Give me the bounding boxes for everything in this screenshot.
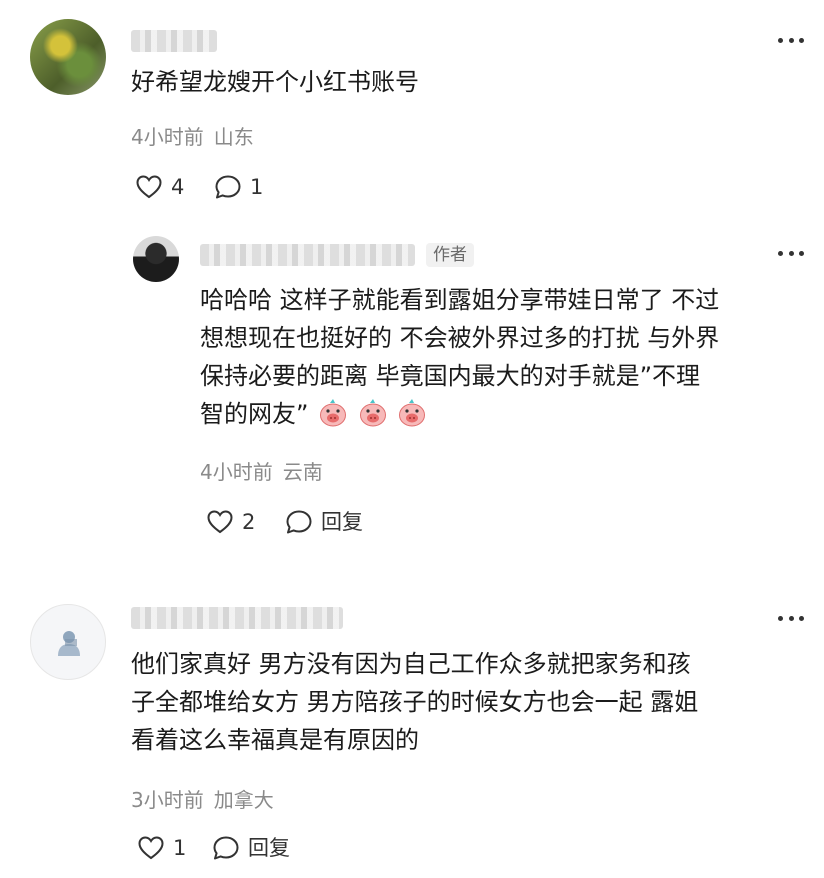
comment-bubble-icon — [213, 836, 239, 860]
reply-button[interactable]: 1 — [214, 174, 263, 200]
comment-text: 哈哈哈 这样子就能看到露姐分享带娃日常了 不过 想想现在也挺好的 不会被外界过多… — [200, 281, 810, 433]
author-tag: 作者 — [426, 243, 474, 267]
comment-text: 他们家真好 男方没有因为自己工作众多就把家务和孩 子全都堆给女方 男方陪孩子的时… — [131, 645, 811, 759]
reply-label: 回复 — [248, 836, 290, 860]
comment-meta: 3小时前 加拿大 — [131, 787, 274, 813]
like-count: 2 — [242, 510, 256, 534]
comment-bubble-icon — [215, 175, 241, 199]
pig-face-emoji — [397, 398, 427, 428]
comment-text: 好希望龙嫂开个小红书账号 — [131, 68, 419, 96]
like-button[interactable]: 1 — [137, 835, 186, 861]
comment-line-with-emoji: 智的网友” — [200, 395, 810, 433]
username-blurred[interactable] — [200, 244, 415, 266]
avatar[interactable] — [30, 604, 106, 680]
comment-meta: 4小时前 云南 — [200, 459, 323, 485]
more-dots-icon[interactable] — [778, 249, 804, 257]
comment-time: 4小时前 — [131, 125, 204, 149]
avatar[interactable] — [133, 236, 179, 282]
comment-line: 子全都堆给女方 男方陪孩子的时候女方也会一起 露姐 — [131, 688, 699, 716]
comment-line: 想想现在也挺好的 不会被外界过多的打扰 与外界 — [200, 324, 720, 352]
comment-location: 云南 — [282, 460, 323, 484]
pig-face-emoji — [318, 398, 348, 428]
comment-meta: 4小时前 山东 — [131, 124, 254, 150]
like-count: 1 — [173, 836, 187, 860]
like-button[interactable]: 2 — [206, 509, 255, 535]
more-dots-icon[interactable] — [778, 614, 804, 622]
reply-button[interactable]: 回复 — [285, 509, 363, 535]
pig-face-emoji — [358, 398, 388, 428]
like-count: 4 — [171, 175, 185, 199]
default-avatar-icon — [58, 631, 80, 656]
comment-line: 保持必要的距离 毕竟国内最大的对手就是”不理 — [200, 362, 701, 390]
heart-icon — [207, 510, 233, 534]
heart-icon — [136, 175, 162, 199]
comment-time: 3小时前 — [131, 788, 204, 812]
comment-line: 智的网友” — [200, 400, 309, 428]
comment-line: 哈哈哈 这样子就能看到露姐分享带娃日常了 不过 — [200, 286, 720, 314]
reply-count: 1 — [250, 175, 264, 199]
reply-button[interactable]: 回复 — [212, 835, 290, 861]
comment-line: 看着这么幸福真是有原因的 — [131, 726, 419, 754]
like-button[interactable]: 4 — [135, 174, 184, 200]
comment-location: 山东 — [213, 125, 254, 149]
comment-bubble-icon — [286, 510, 312, 534]
reply-label: 回复 — [321, 510, 363, 534]
comment-location: 加拿大 — [213, 788, 274, 812]
comment-line: 他们家真好 男方没有因为自己工作众多就把家务和孩 — [131, 650, 691, 678]
comment-time: 4小时前 — [200, 460, 273, 484]
username-blurred[interactable] — [131, 30, 217, 52]
username-blurred[interactable] — [131, 607, 343, 629]
heart-icon — [138, 836, 164, 860]
avatar[interactable] — [30, 19, 106, 95]
more-dots-icon[interactable] — [778, 36, 804, 44]
